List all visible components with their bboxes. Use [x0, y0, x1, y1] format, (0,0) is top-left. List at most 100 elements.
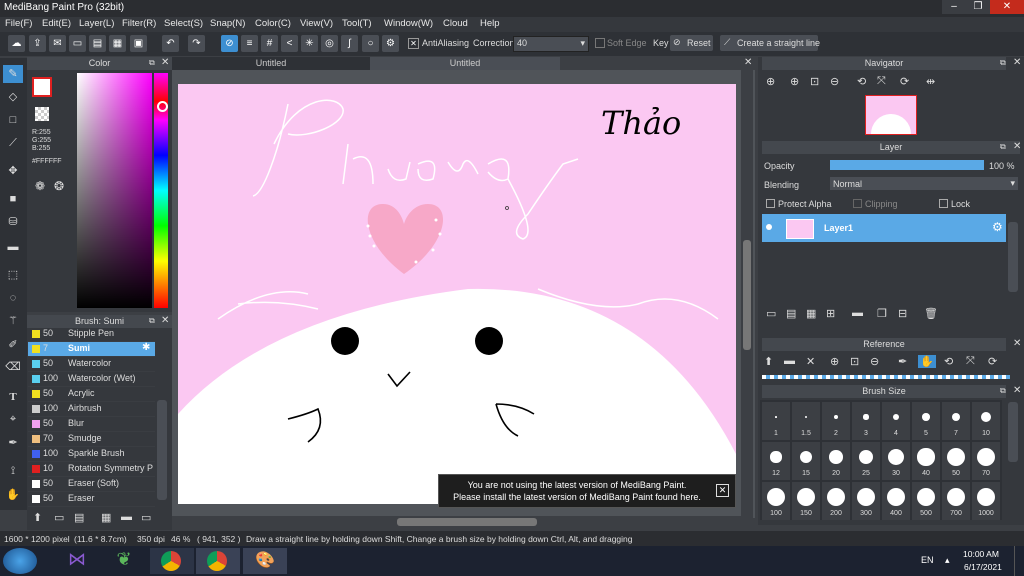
chrome-taskbar-button-2[interactable]: [196, 548, 240, 574]
line-tool-icon[interactable]: ⟋: [3, 134, 23, 152]
merge-layer-icon[interactable]: ⊟: [898, 307, 907, 320]
gradient-tool-icon[interactable]: ▬: [3, 238, 23, 256]
eraser-tool-icon[interactable]: ◇: [3, 88, 23, 106]
transparent-swatch[interactable]: [35, 107, 49, 121]
clock-date[interactable]: 6/17/2021: [964, 562, 1002, 572]
comment-icon[interactable]: ✉: [49, 35, 66, 52]
layer-row[interactable]: Layer1 ⚙: [762, 214, 1006, 242]
export-icon[interactable]: ▦: [109, 35, 126, 52]
palette-icon[interactable]: ❁: [35, 179, 45, 193]
zoom-out-icon[interactable]: ⊖: [830, 75, 839, 88]
correction-select[interactable]: 40 ▾: [513, 36, 589, 52]
cross-snap-icon[interactable]: #: [261, 35, 278, 52]
brush-item[interactable]: 10 Rotation Symmetry P: [28, 462, 155, 477]
brush-list-scrollbar[interactable]: [157, 400, 167, 500]
visibility-icon[interactable]: [766, 224, 772, 230]
brush-size-cell[interactable]: 15: [792, 442, 820, 480]
brush-menu-icon[interactable]: ▤: [74, 511, 84, 524]
horizontal-scrollbar[interactable]: [172, 516, 741, 528]
brush-item[interactable]: 50 Watercolor: [28, 357, 155, 372]
drawing-canvas[interactable]: Thảo: [178, 84, 736, 504]
add-layer-menu-icon[interactable]: ⊞: [826, 307, 835, 320]
hue-handle[interactable]: [157, 101, 168, 112]
brush-size-scrollbar[interactable]: [1008, 402, 1018, 462]
close-icon[interactable]: ✕: [1013, 338, 1021, 349]
brush-size-cell[interactable]: 70: [972, 442, 1000, 480]
snap-settings-icon[interactable]: ⚙: [382, 35, 399, 52]
detach-icon[interactable]: ⧉: [1000, 142, 1006, 152]
divide-tool-icon[interactable]: ⌖: [3, 410, 23, 428]
reset-button[interactable]: ⊘ Reset: [670, 35, 713, 51]
lasso-tool-icon[interactable]: ◌: [3, 289, 23, 307]
brush-item[interactable]: 100 Airbrush: [28, 402, 155, 417]
text-tool-icon[interactable]: T: [3, 388, 23, 406]
flip-icon[interactable]: ⇹: [926, 75, 935, 88]
ref-rotate-left-icon[interactable]: ⟲: [944, 355, 953, 368]
brush-folder-icon[interactable]: ▬: [121, 511, 132, 523]
tab-untitled-2[interactable]: Untitled: [370, 57, 560, 70]
horizontal-scroll-thumb[interactable]: [397, 518, 537, 526]
brush-size-cell[interactable]: 700: [942, 482, 970, 520]
vertical-scroll-thumb[interactable]: [743, 240, 751, 350]
menu-edit[interactable]: Edit(E): [42, 18, 71, 29]
ref-hand-icon[interactable]: ✋: [918, 355, 936, 368]
fit-screen-icon[interactable]: ⤧: [877, 75, 886, 88]
detach-icon[interactable]: ⧉: [1000, 386, 1006, 396]
eyedropper-tool-icon[interactable]: ✒: [3, 434, 23, 452]
brush-size-cell[interactable]: 20: [822, 442, 850, 480]
vanishing-snap-icon[interactable]: <: [281, 35, 298, 52]
brush-size-cell[interactable]: 4: [882, 402, 910, 440]
brush-size-cell[interactable]: 500: [912, 482, 940, 520]
brush-size-cell[interactable]: 10: [972, 402, 1000, 440]
cloud-icon[interactable]: ☁: [8, 35, 25, 52]
protect-alpha-checkbox[interactable]: [766, 199, 775, 208]
select-pen-tool-icon[interactable]: ✐: [3, 336, 23, 354]
primary-color-swatch[interactable]: [32, 77, 52, 97]
close-icon[interactable]: ✕: [161, 57, 169, 68]
move-tool-icon[interactable]: ✥: [3, 162, 23, 180]
ref-fit-screen-icon[interactable]: ⤧: [966, 355, 975, 368]
undo-icon[interactable]: ↶: [162, 35, 179, 52]
antialiasing-checkbox[interactable]: ✕: [408, 38, 419, 49]
soft-edge-checkbox[interactable]: [595, 38, 605, 48]
show-desktop-button[interactable]: [1014, 546, 1024, 576]
app-green-icon[interactable]: ❦: [107, 549, 141, 573]
brush-size-cell[interactable]: 12: [762, 442, 790, 480]
minimize-button[interactable]: –: [942, 0, 966, 14]
menu-snap[interactable]: Snap(N): [210, 18, 245, 29]
close-icon[interactable]: ✕: [161, 315, 169, 326]
zoom-in-2-icon[interactable]: ⊕: [790, 75, 799, 88]
brush-size-cell[interactable]: 150: [792, 482, 820, 520]
brush-item[interactable]: 50 Eraser: [28, 492, 155, 507]
brush-settings-icon[interactable]: ▦: [101, 511, 111, 524]
ref-fit-icon[interactable]: ⊡: [850, 355, 859, 368]
fill-tool-icon[interactable]: ■: [3, 190, 23, 208]
language-indicator[interactable]: EN: [921, 555, 934, 565]
blending-select[interactable]: Normal ▾: [830, 177, 1018, 190]
navigator-preview[interactable]: [865, 95, 917, 135]
circle-snap-icon[interactable]: ◎: [321, 35, 338, 52]
brush-item[interactable]: 70 Smudge: [28, 432, 155, 447]
layer-gear-icon[interactable]: ⚙: [992, 220, 1003, 234]
menu-file[interactable]: File(F): [5, 18, 32, 29]
new-layer-icon[interactable]: ▭: [766, 307, 776, 320]
add-brush-icon[interactable]: ⬆: [33, 511, 42, 524]
snap-off-icon[interactable]: ⊘: [221, 35, 238, 52]
rotate-right-icon[interactable]: ⟳: [900, 75, 909, 88]
visual-studio-icon[interactable]: ⋈: [60, 549, 94, 573]
select-eraser-tool-icon[interactable]: ⌫: [3, 358, 23, 376]
operation-tool-icon[interactable]: ⟟: [3, 462, 23, 480]
detach-icon[interactable]: ⧉: [149, 58, 155, 68]
radial-snap-icon[interactable]: ✳: [301, 35, 318, 52]
menu-window[interactable]: Window(W): [384, 18, 433, 29]
brush-item[interactable]: 7 Sumi ✱: [28, 342, 155, 357]
clock-time[interactable]: 10:00 AM: [963, 549, 999, 559]
brush-size-cell[interactable]: 100: [762, 482, 790, 520]
share-icon[interactable]: ⇪: [29, 35, 46, 52]
new-brush-icon[interactable]: ▭: [54, 511, 64, 524]
notice-line-2[interactable]: Please install the latest version of Med…: [439, 492, 715, 502]
menu-tool[interactable]: Tool(T): [342, 18, 372, 29]
clipping-checkbox[interactable]: [853, 199, 862, 208]
bucket-tool-icon[interactable]: ⛁: [3, 213, 23, 231]
menu-help[interactable]: Help: [480, 18, 500, 29]
